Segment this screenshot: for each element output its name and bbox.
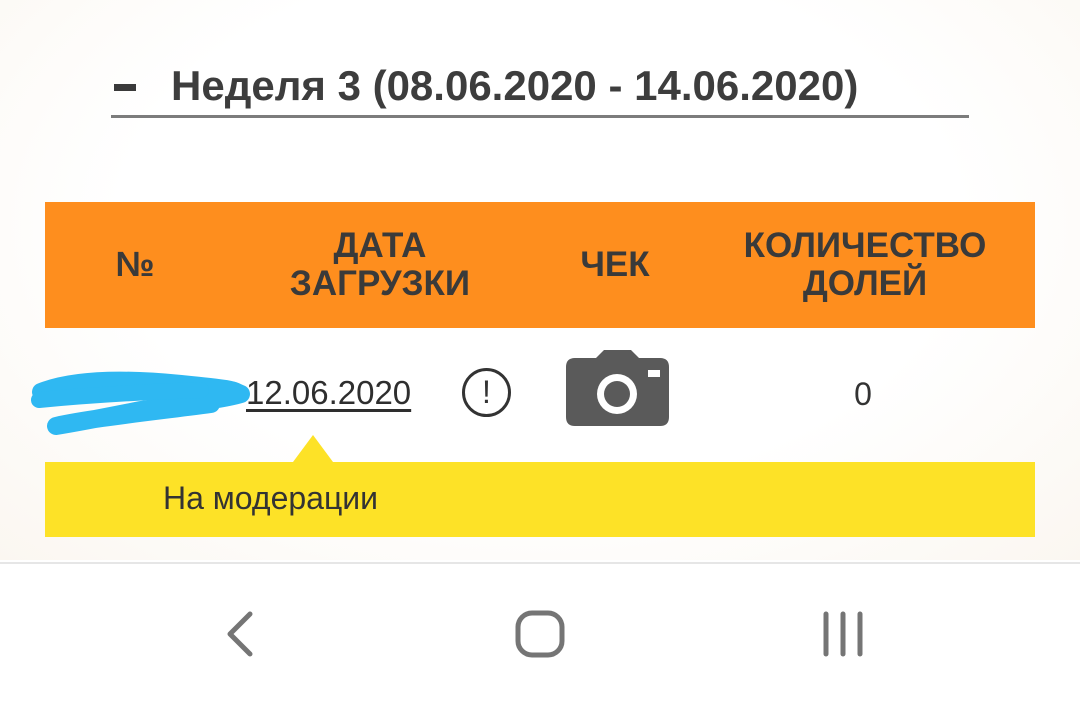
tooltip-arrow [293,435,333,462]
exclamation-circle-icon[interactable]: ! [462,368,511,417]
week-accordion-header[interactable]: Неделя 3 (08.06.2020 - 14.06.2020) [111,58,969,118]
screen: Неделя 3 (08.06.2020 - 14.06.2020) № ДАТ… [0,0,1080,706]
redaction-scribble [31,371,250,435]
column-header-shares-count: КОЛИЧЕСТВО ДОЛЕЙ [743,226,987,303]
column-header-upload-date: ДАТА ЗАГРУЗКИ [289,226,471,303]
table-row: 0 12.06.2020 ! 0 [31,328,1035,462]
upload-date-link[interactable]: 12.06.2020 [246,374,411,412]
week-title[interactable]: Неделя 3 (08.06.2020 - 14.06.2020) [171,62,858,110]
moderation-tooltip: На модерации [45,435,1035,537]
shares-count: 0 [854,376,872,412]
camera-icon[interactable] [566,350,669,426]
back-chevron-icon[interactable] [220,604,260,664]
moderation-status-text: На модерации [163,480,379,516]
minus-icon[interactable] [114,84,136,91]
table-header: № ДАТА ЗАГРУЗКИ ЧЕК КОЛИЧЕСТВО ДОЛЕЙ [45,202,1035,328]
column-header-receipt: ЧЕК [580,245,650,284]
column-header-number: № [115,245,155,284]
home-icon[interactable] [513,604,569,664]
recents-icon[interactable] [818,604,870,664]
system-navigation-bar [0,562,1080,706]
